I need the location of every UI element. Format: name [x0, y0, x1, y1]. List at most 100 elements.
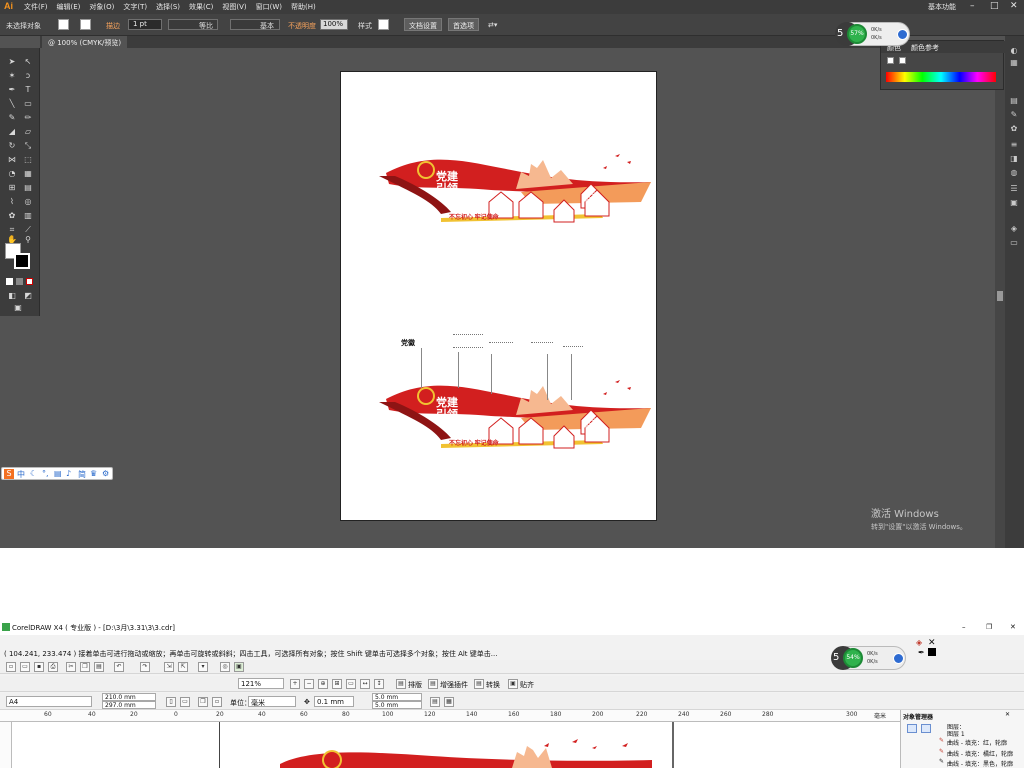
- screen-mode-icon[interactable]: ▣: [12, 302, 24, 313]
- duplicate-x-field[interactable]: 5.0 mm: [372, 693, 422, 701]
- document-tab[interactable]: @ 100% (CMYK/预览): [42, 36, 128, 48]
- settings-gear-icon[interactable]: ⚙: [102, 469, 109, 478]
- graphic-styles-icon[interactable]: ▣: [1009, 198, 1019, 207]
- magic-wand-icon[interactable]: ✶: [6, 70, 18, 81]
- application-launcher-icon[interactable]: ▾: [198, 662, 208, 672]
- pen-tool-icon[interactable]: ✒: [6, 84, 18, 95]
- none-mode-icon[interactable]: [26, 278, 33, 285]
- menu-edit[interactable]: 编辑(E): [57, 2, 81, 12]
- plugin-enhance-button[interactable]: 增强插件: [440, 680, 468, 690]
- redo-icon[interactable]: ↷: [140, 662, 150, 672]
- network-monitor-widget[interactable]: 5 57% 0K/s 0K/s: [835, 22, 910, 46]
- zoom-level-field[interactable]: 121%: [238, 678, 284, 689]
- menu-effect[interactable]: 效果(C): [189, 2, 213, 12]
- perspective-grid-icon[interactable]: ▦: [22, 168, 34, 179]
- welcome-screen-icon[interactable]: ▣: [234, 662, 244, 672]
- fill-bucket-icon[interactable]: ◈: [916, 638, 922, 647]
- nudge-distance-field[interactable]: 0.1 mm: [314, 696, 354, 707]
- mesh-tool-icon[interactable]: ⊞: [6, 182, 18, 193]
- rotate-tool-icon[interactable]: ↻: [6, 140, 18, 151]
- cut-icon[interactable]: ✂: [66, 662, 76, 672]
- menu-file[interactable]: 文件(F): [24, 2, 48, 12]
- zoom-width-icon[interactable]: ↔: [360, 679, 370, 689]
- cd-drawing-area[interactable]: [12, 722, 900, 768]
- plugin-convert-icon[interactable]: ▤: [474, 679, 484, 689]
- skin-icon[interactable]: ♛: [90, 469, 97, 478]
- export-icon[interactable]: ⇱: [178, 662, 188, 672]
- plugin-convert-button[interactable]: 转换: [486, 680, 500, 690]
- snap-button[interactable]: 贴齐: [520, 680, 534, 690]
- cd-restore-icon[interactable]: ❐: [986, 623, 992, 631]
- brushes-icon[interactable]: ✎: [1009, 110, 1019, 119]
- panel-fill-swatch[interactable]: [887, 57, 894, 64]
- canvas-vertical-scrollbar[interactable]: [995, 48, 1005, 548]
- cd-minimize-icon[interactable]: –: [962, 623, 966, 631]
- save-icon[interactable]: ▪: [34, 662, 44, 672]
- stroke-color-swatch[interactable]: [80, 19, 91, 30]
- symbol-sprayer-icon[interactable]: ✿: [6, 210, 18, 221]
- horizontal-ruler[interactable]: 60 40 20 0 20 40 60 80 100 120 140 160 1…: [0, 710, 900, 722]
- copy-icon[interactable]: ❐: [80, 662, 90, 672]
- layers-icon[interactable]: ◈: [1009, 224, 1019, 233]
- gradient-tool-icon[interactable]: ▤: [22, 182, 34, 193]
- transparency-icon[interactable]: ◍: [1009, 168, 1019, 177]
- arrange-documents-icon[interactable]: ⇄▾: [488, 21, 497, 29]
- plugin-typeset-icon[interactable]: ▤: [396, 679, 406, 689]
- symbols-icon[interactable]: ✿: [1009, 124, 1019, 133]
- layer-view-icon[interactable]: [907, 724, 917, 733]
- no-fill-icon[interactable]: ✕: [928, 638, 936, 648]
- panel-stroke-swatch[interactable]: [899, 57, 906, 64]
- print-icon[interactable]: ⎙: [48, 662, 58, 672]
- zoom-out-icon[interactable]: −: [304, 679, 314, 689]
- keyboard-icon[interactable]: ▤: [54, 469, 62, 478]
- artboard[interactable]: 党建 引领 政治 引领 干部 引领 组织 引领 人才 引领 发展 引领 不忘初心 牢记使命…: [340, 71, 657, 521]
- opacity-label[interactable]: 不透明度: [288, 21, 316, 31]
- page-height-field[interactable]: 297.0 mm: [102, 701, 156, 709]
- zoom-selected-icon[interactable]: ⊕: [318, 679, 328, 689]
- paste-icon[interactable]: ▤: [94, 662, 104, 672]
- panel-close-icon[interactable]: ✕: [1005, 711, 1010, 718]
- menu-view[interactable]: 视图(V): [222, 2, 246, 12]
- plugin-typeset-button[interactable]: 排版: [408, 680, 422, 690]
- stroke-weight-field[interactable]: 1 pt: [128, 19, 162, 30]
- plugin-enhance-icon[interactable]: ▤: [428, 679, 438, 689]
- undo-icon[interactable]: ↶: [114, 662, 124, 672]
- ime-simplified[interactable]: 简: [78, 469, 86, 480]
- menu-type[interactable]: 文字(T): [123, 2, 147, 12]
- stroke-swatch[interactable]: [14, 253, 30, 269]
- draw-inside-icon[interactable]: ◩: [22, 290, 34, 301]
- layer-edit-icon[interactable]: [921, 724, 931, 733]
- stroke-panel-icon[interactable]: ≡: [1009, 140, 1019, 149]
- ime-logo-icon[interactable]: S: [4, 469, 14, 479]
- color-spectrum[interactable]: [886, 72, 996, 82]
- type-tool-icon[interactable]: T: [22, 84, 34, 95]
- blend-tool-icon[interactable]: ◎: [22, 196, 34, 207]
- corel-online-icon[interactable]: ◎: [220, 662, 230, 672]
- minimize-icon[interactable]: –: [970, 1, 975, 11]
- color-mode-icon[interactable]: [6, 278, 13, 285]
- page-width-field[interactable]: 210.0 mm: [102, 693, 156, 701]
- maximize-icon[interactable]: □: [990, 1, 999, 11]
- current-page-icon[interactable]: ▫: [212, 697, 222, 707]
- voice-icon[interactable]: ♪: [66, 469, 71, 478]
- scale-tool-icon[interactable]: ⤡: [22, 140, 34, 151]
- options-icon[interactable]: ▤: [430, 697, 440, 707]
- free-transform-icon[interactable]: ⬚: [22, 154, 34, 165]
- open-icon[interactable]: ▭: [20, 662, 30, 672]
- page-options-icon[interactable]: ▦: [444, 697, 454, 707]
- paintbrush-icon[interactable]: ✎: [6, 112, 18, 123]
- duplicate-y-field[interactable]: 5.0 mm: [372, 701, 422, 709]
- close-icon[interactable]: ✕: [1010, 1, 1018, 11]
- vertical-ruler[interactable]: [0, 722, 12, 768]
- selection-tool-icon[interactable]: ➤: [6, 56, 18, 67]
- menu-help[interactable]: 帮助(H): [291, 2, 316, 12]
- artboards-icon[interactable]: ▭: [1009, 238, 1019, 247]
- width-tool-icon[interactable]: ⋈: [6, 154, 18, 165]
- page-size-select[interactable]: A4: [6, 696, 92, 707]
- outline-color-swatch[interactable]: [928, 648, 936, 656]
- new-doc-icon[interactable]: ▫: [6, 662, 16, 672]
- snap-icon[interactable]: ▣: [508, 679, 518, 689]
- landscape-icon[interactable]: ▭: [180, 697, 190, 707]
- color-panel-icon[interactable]: ◐: [1009, 46, 1019, 55]
- color-guide-icon[interactable]: ▦: [1009, 58, 1019, 67]
